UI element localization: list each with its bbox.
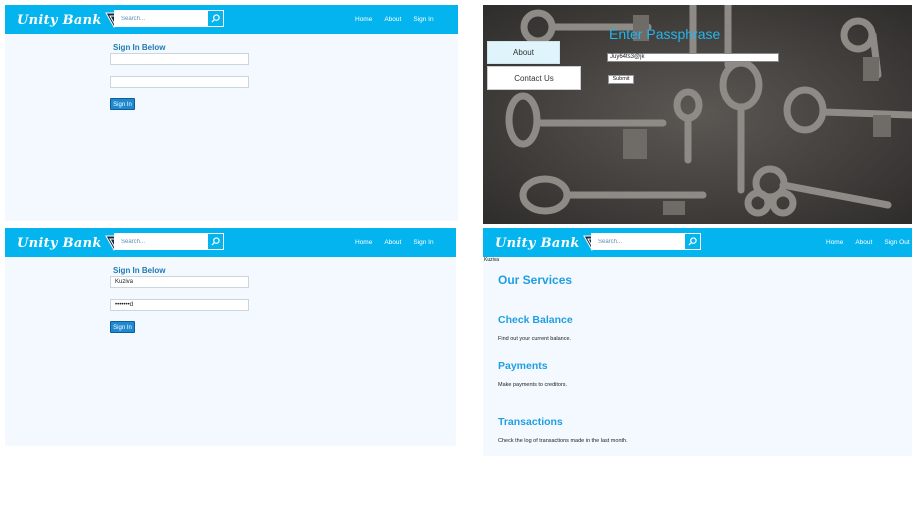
search-button[interactable] (207, 233, 224, 250)
nav-about[interactable]: About (384, 239, 401, 246)
check-balance-desc: Find out your current balance. (498, 336, 572, 342)
password-field[interactable]: •••••••d (110, 299, 249, 311)
signin-panel-filled: Unity Bank Home About Sign In Sign In Be… (5, 228, 456, 446)
logged-in-user: Kuziva (484, 257, 500, 263)
search-box (114, 233, 224, 250)
services-panel: Unity Bank Home About Sign Out Kuziva Ou… (483, 228, 912, 456)
search-box (591, 233, 701, 250)
search-input[interactable] (114, 10, 207, 27)
about-button[interactable]: About (487, 41, 560, 64)
nav-sign-in[interactable]: Sign In (413, 239, 433, 246)
passphrase-input[interactable]: Juy64ts3@jk (607, 53, 779, 62)
logo[interactable]: Unity Bank (495, 233, 601, 253)
nav-sign-out[interactable]: Sign Out (884, 239, 909, 246)
sign-in-button[interactable]: Sign In (110, 98, 135, 110)
search-button[interactable] (207, 10, 224, 27)
signin-panel-empty: Unity Bank Home About Sign In Sign In Be… (5, 5, 458, 221)
search-box (114, 10, 224, 27)
logo-text: Unity Bank (17, 235, 102, 251)
contact-us-button[interactable]: Contact Us (487, 66, 581, 90)
passphrase-panel: About Contact Us Enter Passphrase Juy64t… (483, 5, 912, 224)
payments-desc: Make payments to creditors. (498, 382, 568, 388)
search-icon (211, 237, 220, 246)
nav-sign-in[interactable]: Sign In (413, 16, 433, 23)
header-bar: Unity Bank Home About Sign In (5, 5, 458, 34)
passphrase-title: Enter Passphrase (609, 26, 721, 42)
transactions-desc: Check the log of transactions made in th… (498, 438, 628, 444)
nav-home[interactable]: Home (826, 239, 843, 246)
sign-in-button[interactable]: Sign In (110, 321, 135, 333)
logo-text: Unity Bank (495, 235, 580, 251)
password-field[interactable] (110, 76, 249, 88)
nav-about[interactable]: About (855, 239, 872, 246)
search-input[interactable] (114, 233, 207, 250)
logo[interactable]: Unity Bank (17, 10, 123, 30)
top-nav: Home About Sign In (343, 228, 434, 257)
top-nav: Home About Sign In (343, 5, 434, 34)
transactions-title[interactable]: Transactions (498, 416, 563, 428)
header-bar: Unity Bank Home About Sign In (5, 228, 456, 257)
logo-text: Unity Bank (17, 12, 102, 28)
search-input[interactable] (591, 233, 684, 250)
submit-button[interactable]: Submit (608, 75, 634, 84)
nav-home[interactable]: Home (355, 16, 372, 23)
top-nav: Home About Sign Out (814, 228, 910, 257)
search-icon (211, 14, 220, 23)
username-field[interactable] (110, 53, 249, 65)
form-title: Sign In Below (113, 43, 166, 52)
nav-about[interactable]: About (384, 16, 401, 23)
payments-title[interactable]: Payments (498, 360, 548, 372)
logo[interactable]: Unity Bank (17, 233, 123, 253)
services-heading: Our Services (498, 273, 573, 287)
search-button[interactable] (684, 233, 701, 250)
search-icon (688, 237, 697, 246)
username-field[interactable]: Kuziva (110, 276, 249, 288)
check-balance-title[interactable]: Check Balance (498, 314, 573, 326)
header-bar: Unity Bank Home About Sign Out (483, 228, 912, 257)
nav-home[interactable]: Home (355, 239, 372, 246)
form-title: Sign In Below (113, 266, 166, 275)
